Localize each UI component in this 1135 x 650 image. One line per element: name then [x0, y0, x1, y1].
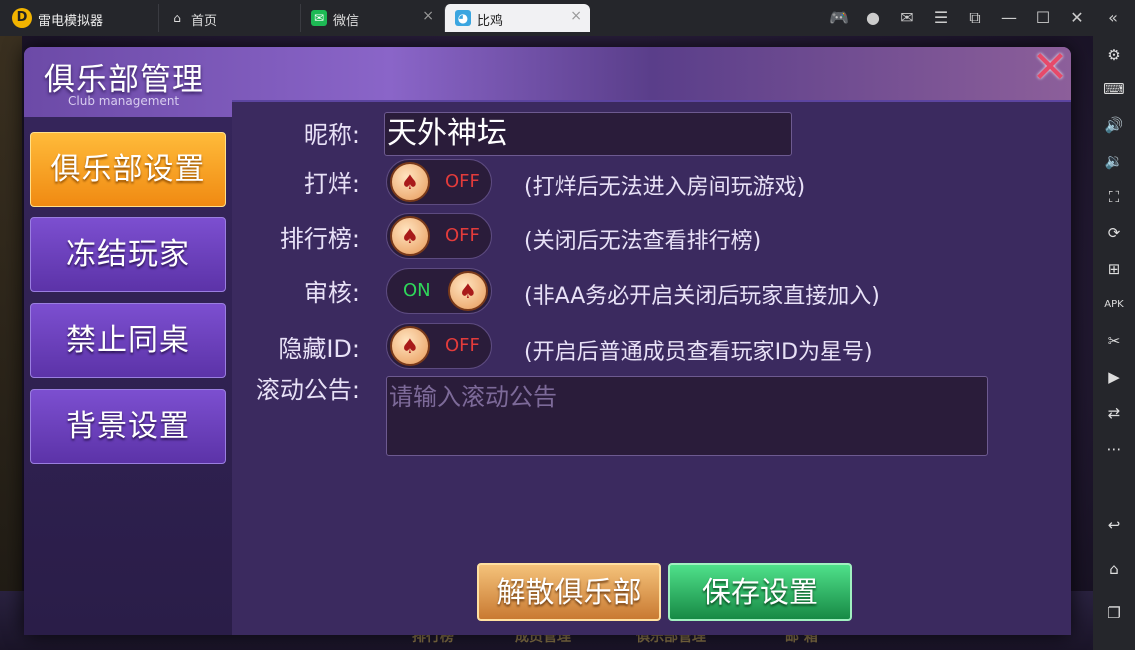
toggle-state: OFF: [445, 171, 480, 192]
toggle-state: OFF: [445, 225, 480, 246]
recent-apps-icon[interactable]: ❐: [1103, 602, 1125, 624]
review-label: 审核:: [303, 279, 360, 307]
close-icon[interactable]: ×: [570, 8, 582, 24]
tab-game[interactable]: ◕ 比鸡 ×: [444, 4, 590, 32]
sync-icon[interactable]: ⇄: [1103, 402, 1125, 424]
more-icon[interactable]: ⋯: [1103, 438, 1125, 460]
home-button-icon[interactable]: ⌂: [1103, 558, 1125, 580]
save-settings-button[interactable]: 保存设置: [668, 563, 852, 621]
review-hint: (非AA务必开启关闭后玩家直接加入): [524, 284, 880, 309]
notice-textarea[interactable]: 请输入滚动公告: [386, 376, 988, 456]
nickname-input[interactable]: 天外神坛: [384, 112, 792, 156]
hide-id-hint: (开启后普通成员查看玩家ID为星号): [524, 340, 873, 365]
spade-knob-icon: ♠: [390, 326, 430, 366]
notice-label: 滚动公告:: [255, 376, 360, 404]
close-icon[interactable]: ✕: [1030, 46, 1070, 90]
dialog-subtitle: Club management: [68, 94, 180, 108]
volume-up-icon[interactable]: 🔊: [1103, 114, 1125, 136]
hide-id-label: 隐藏ID:: [278, 335, 360, 363]
background-decoration: [0, 36, 22, 650]
fullscreen-icon[interactable]: ⛶: [1103, 186, 1125, 208]
ldplayer-logo-icon: D: [12, 8, 32, 28]
record-video-icon[interactable]: ▶: [1103, 366, 1125, 388]
closing-label: 打烊:: [303, 170, 360, 198]
review-toggle[interactable]: ON ♠: [386, 268, 492, 314]
close-icon[interactable]: ×: [422, 8, 434, 24]
spade-knob-icon: ♠: [448, 271, 488, 311]
closing-hint: (打烊后无法进入房间玩游戏): [524, 175, 806, 200]
ranking-label: 排行榜:: [279, 225, 360, 253]
account-icon[interactable]: ●: [862, 7, 884, 29]
game-viewport: 排行榜 成员管理 俱乐部管理 邮 箱 俱乐部管理 Club management…: [0, 36, 1093, 650]
home-icon: ⌂: [173, 11, 181, 25]
emulator-right-toolbar: ⚙ ⌨ 🔊 🔉 ⛶ ⟳ ⊞ APK ✂ ▶ ⇄ ⋯ ↩ ⌂ ❐: [1093, 36, 1135, 650]
tab-home[interactable]: ⌂ 首页: [158, 4, 298, 32]
multi-instance-icon[interactable]: ⊞: [1103, 258, 1125, 280]
disband-club-button[interactable]: 解散俱乐部: [477, 563, 661, 621]
ranking-hint: (关闭后无法查看排行榜): [524, 229, 762, 254]
game-icon: ◕: [455, 10, 471, 26]
closing-toggle[interactable]: ♠ OFF: [386, 159, 492, 205]
menu-icon[interactable]: ☰: [930, 7, 952, 29]
back-icon[interactable]: ↩: [1103, 514, 1125, 536]
volume-down-icon[interactable]: 🔉: [1103, 150, 1125, 172]
club-management-dialog: 俱乐部管理 Club management ✕ 俱乐部设置 冻结玩家 禁止同桌 …: [24, 46, 1071, 635]
screenshot-scissors-icon[interactable]: ✂: [1103, 330, 1125, 352]
spade-knob-icon: ♠: [390, 216, 430, 256]
rotate-icon[interactable]: ⟳: [1103, 222, 1125, 244]
tab-label: 比鸡: [477, 14, 504, 29]
sidebar-item-club-settings[interactable]: 俱乐部设置: [30, 132, 226, 207]
dialog-title: 俱乐部管理: [44, 62, 204, 98]
sidebar: 俱乐部设置 冻结玩家 禁止同桌 背景设置: [24, 117, 232, 635]
sidebar-item-no-same-table[interactable]: 禁止同桌: [30, 303, 226, 378]
tab-label: 微信: [333, 14, 360, 29]
emulator-titlebar: D 雷电模拟器 ⌂ 首页 ✉ 微信 × ◕ 比鸡 × 🎮 ● ✉ ☰ ⧉ — ☐…: [0, 0, 1135, 36]
keyboard-icon[interactable]: ⌨: [1103, 78, 1125, 100]
settings-gear-icon[interactable]: ⚙: [1103, 44, 1125, 66]
notice-placeholder: 请输入滚动公告: [389, 383, 557, 411]
app-name: 雷电模拟器: [38, 14, 104, 29]
maximize-icon[interactable]: ☐: [1032, 7, 1054, 29]
spade-knob-icon: ♠: [390, 162, 430, 202]
tab-label: 首页: [191, 14, 218, 29]
minimize-icon[interactable]: —: [998, 7, 1020, 29]
ranking-toggle[interactable]: ♠ OFF: [386, 213, 492, 259]
hide-id-toggle[interactable]: ♠ OFF: [386, 323, 492, 369]
gamepad-icon[interactable]: 🎮: [828, 7, 850, 29]
sidebar-item-freeze-players[interactable]: 冻结玩家: [30, 217, 226, 292]
popout-icon[interactable]: ⧉: [964, 7, 986, 29]
collapse-sidebar-icon[interactable]: «: [1102, 7, 1124, 29]
sidebar-item-background[interactable]: 背景设置: [30, 389, 226, 464]
nickname-label: 昵称:: [303, 121, 360, 149]
tab-wechat[interactable]: ✉ 微信 ×: [300, 4, 442, 32]
apk-install-icon[interactable]: APK: [1103, 294, 1125, 316]
mail-icon[interactable]: ✉: [896, 7, 918, 29]
window-close-icon[interactable]: ✕: [1066, 7, 1088, 29]
wechat-icon: ✉: [311, 10, 327, 26]
toggle-state: OFF: [445, 335, 480, 356]
toggle-state: ON: [403, 280, 431, 301]
